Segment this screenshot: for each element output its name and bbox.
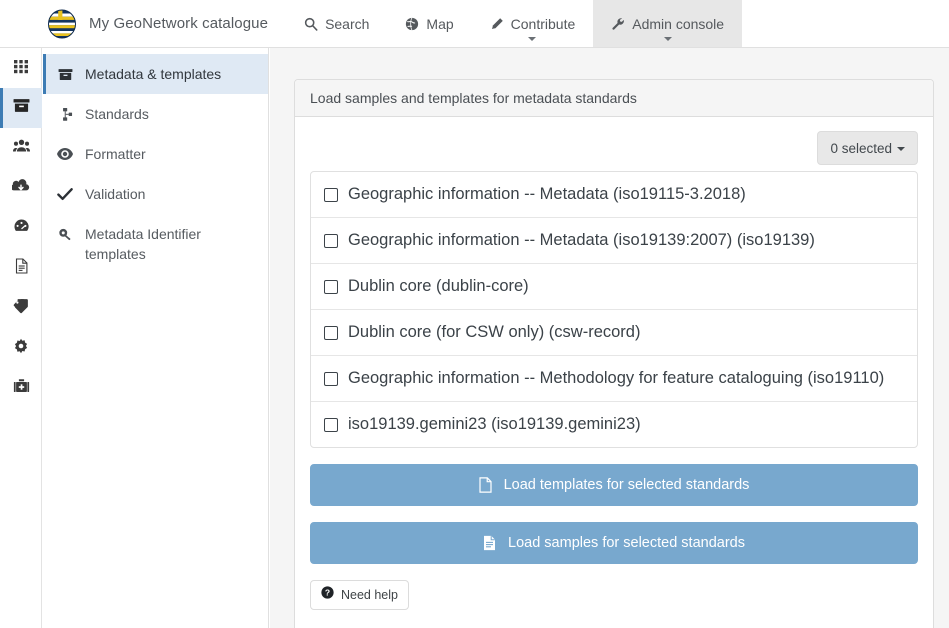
- standard-checkbox[interactable]: [324, 280, 338, 294]
- sidebar-item-label: Standards: [85, 106, 149, 122]
- selected-count-label: 0 selected: [830, 140, 892, 156]
- load-samples-label: Load samples for selected standards: [508, 535, 745, 552]
- nav-item-label: Search: [325, 15, 370, 32]
- list-item[interactable]: Dublin core (for CSW only) (csw-record): [311, 310, 917, 356]
- sidebar-item-formatter[interactable]: Formatter: [43, 134, 268, 174]
- gear-icon: [13, 338, 29, 359]
- list-item[interactable]: Dublin core (dublin-core): [311, 264, 917, 310]
- standard-checkbox[interactable]: [324, 372, 338, 386]
- rail-item-statistics[interactable]: [0, 208, 42, 248]
- tags-icon: [13, 297, 30, 319]
- file-text-icon: [14, 257, 29, 279]
- chevron-down-icon: [663, 37, 672, 41]
- file-outline-icon: [478, 477, 496, 493]
- nav-item-contribute[interactable]: Contribute: [472, 0, 594, 47]
- load-samples-panel: Load samples and templates for metadata …: [294, 79, 934, 628]
- list-item[interactable]: Geographic information -- Methodology fo…: [311, 356, 917, 402]
- list-item[interactable]: iso19139.gemini23 (iso19139.gemini23): [311, 402, 917, 447]
- rail-item-harvesting[interactable]: [0, 168, 42, 208]
- sidebar-item-label: Validation: [85, 186, 146, 202]
- question-circle-icon: ?: [321, 586, 334, 604]
- selected-count-dropdown[interactable]: 0 selected: [817, 131, 918, 165]
- search-icon: [304, 17, 318, 31]
- file-text-icon: [483, 535, 500, 551]
- list-item[interactable]: Geographic information -- Metadata (iso1…: [311, 218, 917, 264]
- list-item[interactable]: Geographic information -- Metadata (iso1…: [311, 172, 917, 218]
- geonetwork-globe-logo: [45, 7, 79, 41]
- panel-body: 0 selected Geographic information -- Met…: [295, 117, 933, 628]
- standard-label: Dublin core (for CSW only) (csw-record): [348, 323, 641, 341]
- svg-text:?: ?: [325, 588, 330, 598]
- sidebar-item-validation[interactable]: Validation: [43, 174, 268, 214]
- standard-checkbox[interactable]: [324, 234, 338, 248]
- standard-label: Dublin core (dublin-core): [348, 277, 529, 295]
- rail-item-users-and-groups[interactable]: [0, 128, 42, 168]
- rail-item-dashboard[interactable]: [0, 48, 42, 88]
- load-samples-button[interactable]: Load samples for selected standards: [310, 522, 918, 565]
- sidebar-item-label: Metadata & templates: [85, 66, 222, 82]
- sidebar-item-metadata-templates[interactable]: Metadata & templates: [43, 54, 268, 94]
- load-templates-label: Load templates for selected standards: [503, 477, 750, 494]
- sidebar-item-standards[interactable]: Standards: [43, 94, 268, 134]
- rail-item-settings[interactable]: [0, 328, 42, 368]
- rail-item-reports[interactable]: [0, 248, 42, 288]
- standard-label: Geographic information -- Metadata (iso1…: [348, 231, 815, 249]
- cloud-download-icon: [10, 177, 30, 200]
- main-nav-items: Search Map Contribute Admin console: [286, 0, 743, 47]
- main-content-area: Load samples and templates for metadata …: [270, 48, 949, 628]
- globe-icon: [405, 17, 419, 31]
- rail-item-metadata-templates[interactable]: [0, 88, 42, 128]
- caret-down-icon: [897, 147, 905, 151]
- standard-checkbox[interactable]: [324, 188, 338, 202]
- nav-item-search[interactable]: Search: [286, 0, 387, 47]
- eye-icon: [57, 144, 73, 164]
- sitemap-icon: [57, 104, 73, 124]
- standard-label: Geographic information -- Metadata (iso1…: [348, 185, 746, 203]
- wrench-icon: [611, 17, 625, 31]
- archive-box-icon: [57, 64, 73, 84]
- brand-title: My GeoNetwork catalogue: [89, 15, 269, 32]
- key-icon: [57, 224, 73, 244]
- top-navigation-bar: My GeoNetwork catalogue Search Map Contr…: [0, 0, 949, 48]
- check-icon: [57, 184, 73, 204]
- grid-icon: [13, 58, 29, 79]
- dashboard-gauge-icon: [13, 217, 30, 239]
- sidebar-item-metadata-identifier-templates[interactable]: Metadata Identifier templates: [43, 214, 268, 274]
- admin-icon-rail: [0, 48, 42, 628]
- selection-toolbar: 0 selected: [310, 131, 918, 165]
- users-group-icon: [12, 137, 30, 159]
- rail-item-tools[interactable]: [0, 368, 42, 408]
- nav-item-label: Admin console: [632, 15, 725, 32]
- nav-item-label: Contribute: [510, 15, 576, 32]
- rail-item-classification[interactable]: [0, 288, 42, 328]
- admin-sidebar: Metadata & templates Standards Formatter: [43, 48, 269, 628]
- load-templates-button[interactable]: Load templates for selected standards: [310, 464, 918, 507]
- sidebar-item-label: Formatter: [85, 146, 146, 162]
- archive-box-icon: [13, 97, 30, 119]
- standard-checkbox[interactable]: [324, 418, 338, 432]
- medkit-icon: [13, 378, 30, 399]
- nav-item-map[interactable]: Map: [387, 0, 471, 47]
- sidebar-item-label: Metadata Identifier templates: [85, 226, 201, 262]
- standard-label: iso19139.gemini23 (iso19139.gemini23): [348, 415, 641, 433]
- brand-home-link[interactable]: My GeoNetwork catalogue: [0, 0, 272, 47]
- panel-title: Load samples and templates for metadata …: [295, 80, 933, 117]
- standard-checkbox[interactable]: [324, 326, 338, 340]
- need-help-label: Need help: [341, 587, 398, 602]
- need-help-button[interactable]: ? Need help: [310, 580, 409, 611]
- nav-item-label: Map: [426, 15, 454, 32]
- pencil-icon: [490, 17, 504, 31]
- chevron-down-icon: [528, 37, 537, 41]
- standards-list: Geographic information -- Metadata (iso1…: [310, 171, 918, 448]
- nav-item-admin-console[interactable]: Admin console: [593, 0, 743, 47]
- standard-label: Geographic information -- Methodology fo…: [348, 369, 885, 387]
